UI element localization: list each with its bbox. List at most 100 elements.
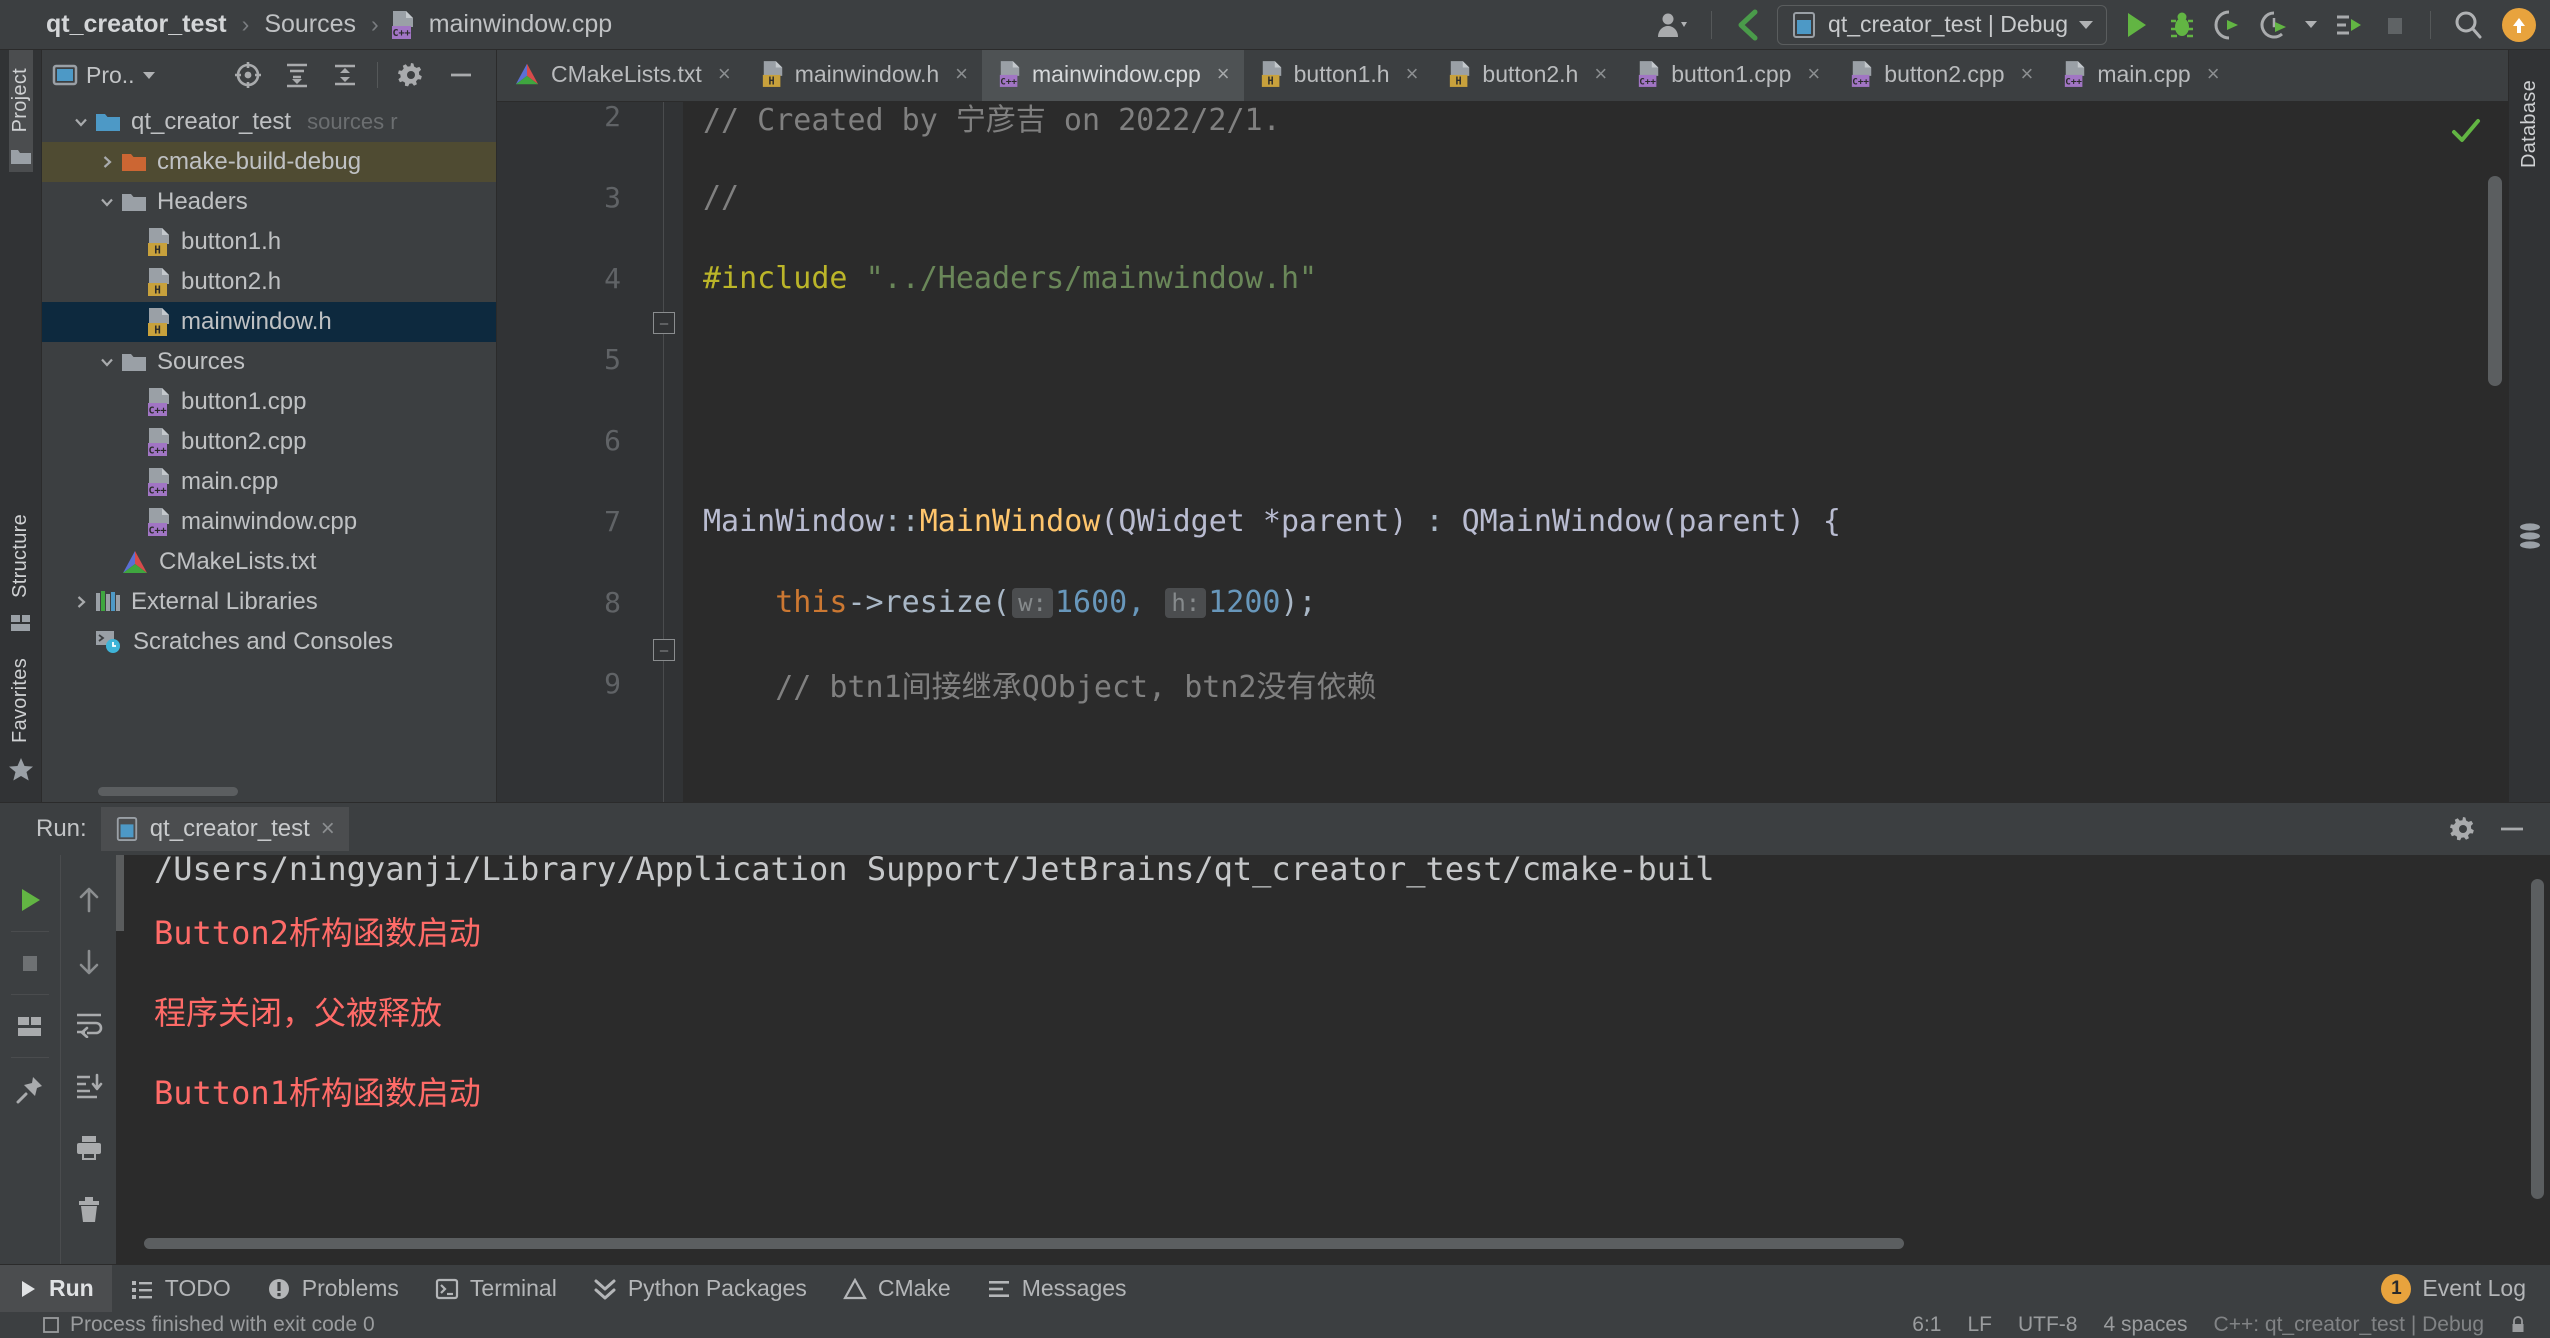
sidebar-item-structure[interactable]: Structure: [9, 496, 33, 640]
tree-item-sources[interactable]: Sources: [42, 342, 496, 382]
console-horizontal-scrollbar[interactable]: [116, 1238, 2550, 1258]
bottom-tab-python-packages[interactable]: Python Packages: [575, 1265, 825, 1312]
tree-item-button2-cpp[interactable]: C++ button2.cpp: [42, 422, 496, 462]
tree-item-main-cpp[interactable]: C++ main.cpp: [42, 462, 496, 502]
more-run-button[interactable]: [2325, 4, 2371, 46]
code-editor[interactable]: 2 3 4 5 6 7 8 9 – – // Created by 宁彦吉 on…: [497, 102, 2508, 802]
fold-comment-marker[interactable]: –: [653, 312, 675, 334]
tree-item-button1-h[interactable]: H button1.h: [42, 222, 496, 262]
pin-tab-button[interactable]: [0, 1058, 60, 1120]
editor-tab-button1-h[interactable]: H button1.h ×: [1244, 50, 1433, 101]
editor-fold-column[interactable]: – –: [643, 102, 683, 802]
tree-item-button1-cpp[interactable]: C++ button1.cpp: [42, 382, 496, 422]
editor-gutter[interactable]: 2 3 4 5 6 7 8 9: [497, 102, 643, 802]
tree-item-external-libraries[interactable]: External Libraries: [42, 582, 496, 622]
bottom-tab-messages[interactable]: Messages: [969, 1265, 1145, 1312]
layout-settings-button[interactable]: [0, 995, 60, 1057]
project-view-selector[interactable]: Pro..: [52, 62, 155, 89]
editor-tab-main-cpp[interactable]: C++ main.cpp ×: [2047, 50, 2233, 101]
run-button[interactable]: [2113, 4, 2159, 46]
caret-position[interactable]: 6:1: [1912, 1313, 1941, 1337]
language-context[interactable]: C++: qt_creator_test | Debug: [2214, 1313, 2484, 1337]
run-configuration-selector[interactable]: qt_creator_test | Debug: [1777, 4, 2107, 45]
hide-run-panel-button[interactable]: [2496, 814, 2528, 844]
attach-profiler-button[interactable]: [2205, 4, 2251, 46]
close-icon[interactable]: ×: [1406, 61, 1419, 87]
close-icon[interactable]: ×: [1594, 61, 1607, 87]
settings-button[interactable]: [386, 60, 436, 90]
close-icon[interactable]: ×: [2207, 61, 2220, 87]
tree-item-mainwindow-cpp[interactable]: C++ mainwindow.cpp: [42, 502, 496, 542]
tree-item-headers[interactable]: Headers: [42, 182, 496, 222]
indent-setting[interactable]: 4 spaces: [2103, 1313, 2187, 1337]
chevron-down-icon[interactable]: [2297, 4, 2325, 46]
editor-tab-mainwindow-h[interactable]: H mainwindow.h ×: [745, 50, 982, 101]
close-icon[interactable]: ×: [1807, 61, 1820, 87]
print-button[interactable]: [61, 1117, 116, 1179]
tree-item-cmake-build-debug[interactable]: cmake-build-debug: [42, 142, 496, 182]
bottom-tab-cmake[interactable]: CMake: [825, 1265, 969, 1312]
next-occurrence-button[interactable]: [61, 931, 116, 993]
checkmark-icon[interactable]: [2450, 116, 2482, 146]
close-icon[interactable]: ×: [321, 815, 335, 843]
collapse-all-button[interactable]: [321, 61, 369, 89]
close-icon[interactable]: ×: [718, 61, 731, 87]
project-tree-horizontal-scrollbar[interactable]: [42, 780, 496, 802]
stop-button[interactable]: [2371, 4, 2417, 46]
sidebar-item-favorites[interactable]: Favorites: [8, 640, 34, 788]
editor-tab-button1-cpp[interactable]: C++ button1.cpp ×: [1621, 50, 1834, 101]
tree-item-qt-creator-test[interactable]: qt_creator_test sources r: [42, 102, 496, 142]
bottom-tab-run[interactable]: Run: [0, 1265, 112, 1312]
console-vertical-scrollbar[interactable]: [2531, 879, 2544, 1199]
tree-item-scratches-and-consoles[interactable]: Scratches and Consoles: [42, 622, 496, 662]
editor-tab-button2-cpp[interactable]: C++ button2.cpp ×: [1834, 50, 2047, 101]
project-tree[interactable]: qt_creator_test sources r cmake-build-de…: [42, 100, 496, 780]
search-everywhere-button[interactable]: [2444, 4, 2492, 46]
settings-button[interactable]: [2448, 814, 2478, 844]
tree-item-button2-h[interactable]: H button2.h: [42, 262, 496, 302]
chevron-right-icon[interactable]: [68, 594, 94, 610]
soft-wrap-button[interactable]: [61, 993, 116, 1055]
bottom-tab-todo[interactable]: TODO: [112, 1265, 249, 1312]
select-opened-file-button[interactable]: [223, 60, 273, 90]
breadcrumb-item-file[interactable]: mainwindow.cpp: [425, 10, 616, 39]
run-console-output[interactable]: /Users/ningyanji/Library/Application Sup…: [116, 855, 2550, 1264]
vcs-branch-icon[interactable]: [1725, 4, 1771, 46]
editor-vertical-scrollbar[interactable]: [2488, 176, 2502, 386]
line-separator[interactable]: LF: [1967, 1313, 1992, 1337]
editor-tab-button2-h[interactable]: H button2.h ×: [1432, 50, 1621, 101]
close-icon[interactable]: ×: [955, 61, 968, 87]
tree-item-mainwindow-h[interactable]: H mainwindow.h: [42, 302, 496, 342]
bottom-tab-terminal[interactable]: Terminal: [417, 1265, 575, 1312]
editor-code-content[interactable]: // Created by 宁彦吉 on 2022/2/1. // #inclu…: [683, 102, 2508, 802]
event-log-button[interactable]: 1 Event Log: [2381, 1265, 2550, 1312]
chevron-down-icon[interactable]: [94, 194, 120, 210]
stop-process-button[interactable]: [0, 932, 60, 994]
chevron-down-icon[interactable]: [94, 354, 120, 370]
sidebar-item-database[interactable]: Database: [2518, 62, 2541, 176]
hide-panel-button[interactable]: [436, 60, 486, 90]
previous-occurrence-button[interactable]: [61, 869, 116, 931]
lock-icon[interactable]: [2510, 1316, 2526, 1334]
rerun-button[interactable]: [0, 869, 60, 931]
file-encoding[interactable]: UTF-8: [2018, 1313, 2078, 1337]
sidebar-item-project[interactable]: Project: [8, 50, 33, 173]
close-icon[interactable]: ×: [2021, 61, 2034, 87]
editor-tab-mainwindow-cpp[interactable]: C++ mainwindow.cpp ×: [982, 50, 1244, 101]
chevron-right-icon[interactable]: [94, 154, 120, 170]
close-icon[interactable]: ×: [1217, 61, 1230, 87]
tree-item-cmakelists[interactable]: CMakeLists.txt: [42, 542, 496, 582]
clear-all-button[interactable]: [61, 1179, 116, 1241]
update-arrow-icon[interactable]: [2502, 7, 2536, 42]
fold-function-marker[interactable]: –: [653, 639, 675, 661]
chevron-down-icon[interactable]: [68, 114, 94, 130]
run-tab-qt-creator-test[interactable]: qt_creator_test ×: [100, 807, 349, 851]
user-account-icon[interactable]: [1648, 4, 1698, 46]
editor-tab-cmakelists[interactable]: CMakeLists.txt ×: [497, 50, 745, 101]
breadcrumb-item-folder[interactable]: Sources: [260, 10, 360, 39]
bottom-tab-problems[interactable]: Problems: [249, 1265, 417, 1312]
debug-button[interactable]: [2159, 4, 2205, 46]
expand-all-button[interactable]: [273, 61, 321, 89]
scroll-to-end-button[interactable]: [61, 1055, 116, 1117]
breadcrumb-item-project[interactable]: qt_creator_test: [42, 10, 231, 39]
